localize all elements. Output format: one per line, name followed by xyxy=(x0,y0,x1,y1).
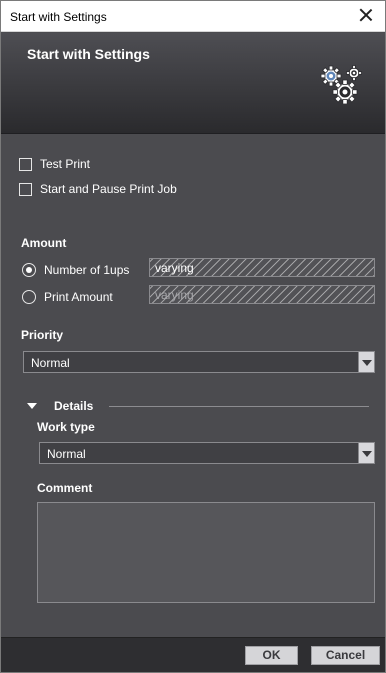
amount-label: Amount xyxy=(21,236,67,250)
divider xyxy=(109,406,369,407)
work-type-label: Work type xyxy=(37,420,95,434)
start-pause-checkbox[interactable]: Start and Pause Print Job xyxy=(19,182,177,196)
radio-button[interactable] xyxy=(22,290,36,304)
radio-button-selected[interactable] xyxy=(22,263,36,277)
comment-textarea[interactable] xyxy=(37,502,375,603)
work-type-value: Normal xyxy=(47,447,86,461)
header-banner: Start with Settings xyxy=(1,33,385,134)
window-title: Start with Settings xyxy=(10,10,107,24)
work-type-select[interactable]: Normal xyxy=(39,442,375,464)
test-print-label: Test Print xyxy=(40,157,91,171)
print-amount-field: varying xyxy=(149,285,375,304)
details-toggle[interactable]: Details xyxy=(27,399,369,415)
print-amount-value: varying xyxy=(155,288,194,302)
details-label: Details xyxy=(54,399,94,413)
header-title: Start with Settings xyxy=(27,46,150,62)
number-of-1ups-value: varying xyxy=(155,261,194,275)
print-amount-radio[interactable]: Print Amount xyxy=(22,290,113,304)
gears-icon xyxy=(320,65,362,104)
number-of-1ups-radio[interactable]: Number of 1ups xyxy=(22,263,129,277)
triangle-down-icon[interactable] xyxy=(27,403,37,409)
dialog-content: Test Print Start and Pause Print Job Amo… xyxy=(1,135,385,637)
chevron-down-icon[interactable] xyxy=(358,352,374,372)
checkbox-box[interactable] xyxy=(19,182,32,196)
chevron-down-icon[interactable] xyxy=(358,443,374,463)
print-amount-label: Print Amount xyxy=(44,290,113,304)
dialog-footer: OK Cancel xyxy=(1,637,385,672)
checkbox-box[interactable] xyxy=(19,157,32,171)
close-icon[interactable] xyxy=(358,7,374,23)
ok-button[interactable]: OK xyxy=(245,646,298,665)
comment-label: Comment xyxy=(37,481,93,495)
priority-label: Priority xyxy=(21,328,64,342)
priority-select[interactable]: Normal xyxy=(23,351,375,373)
title-bar: Start with Settings xyxy=(1,1,385,32)
priority-value: Normal xyxy=(31,356,70,370)
number-of-1ups-label: Number of 1ups xyxy=(44,263,130,277)
cancel-button[interactable]: Cancel xyxy=(311,646,380,665)
start-with-settings-dialog: Start with Settings Start with Settings xyxy=(0,0,386,673)
number-of-1ups-field[interactable]: varying xyxy=(149,258,375,277)
start-pause-label: Start and Pause Print Job xyxy=(40,182,177,196)
test-print-checkbox[interactable]: Test Print xyxy=(19,157,90,171)
